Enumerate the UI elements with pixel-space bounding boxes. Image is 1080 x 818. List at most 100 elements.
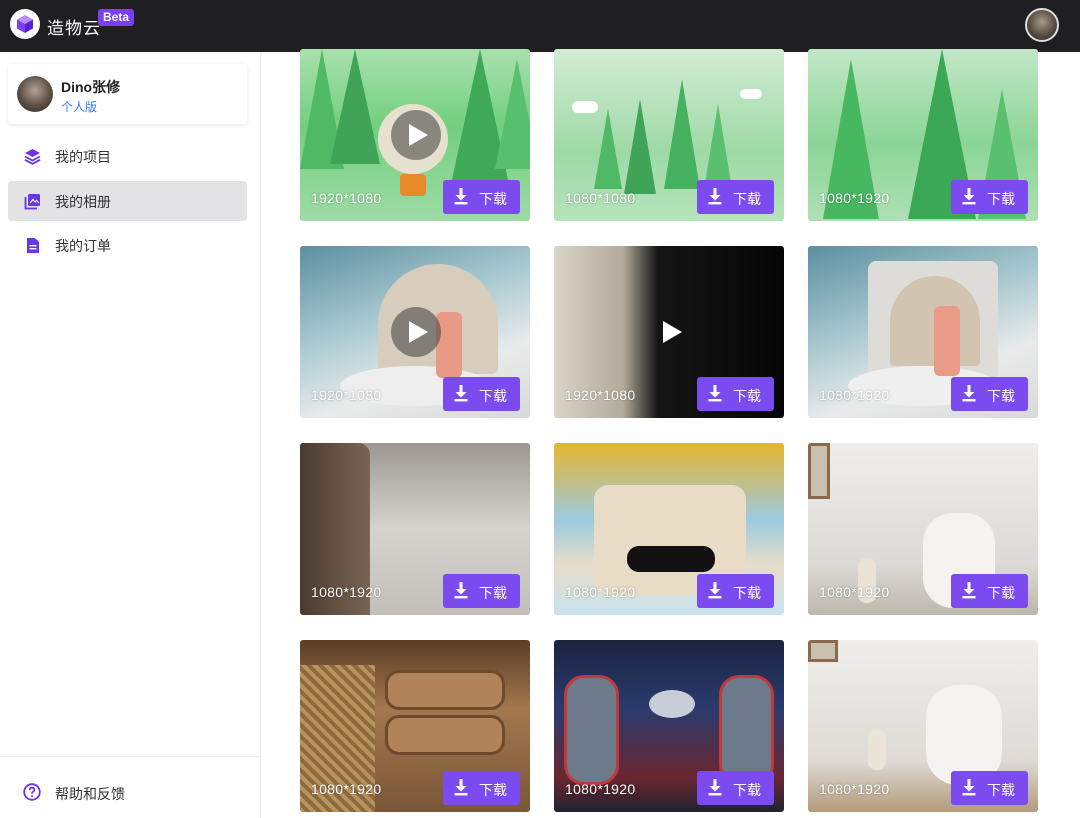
resolution-label: 1080*1920 bbox=[565, 781, 636, 797]
download-icon bbox=[962, 779, 976, 796]
media-card[interactable]: 1080*1920 下载 bbox=[808, 640, 1038, 812]
media-card[interactable]: 1080*1920 下载 bbox=[300, 640, 530, 812]
cabinet-drawer bbox=[385, 715, 505, 755]
sidebar: Dino张修 个人版 我的项目 我的相册 我的订单 帮助和反馈 bbox=[0, 52, 261, 818]
resolution-label: 1080*1920 bbox=[311, 584, 382, 600]
cabinet-drawer bbox=[385, 670, 505, 710]
robot-pod bbox=[564, 675, 619, 785]
sidebar-item-album[interactable]: 我的相册 bbox=[8, 181, 247, 221]
media-card[interactable]: 1920*1080 下载 bbox=[554, 246, 784, 418]
cone-tree-decoration bbox=[624, 99, 656, 194]
download-icon bbox=[454, 582, 468, 599]
download-button[interactable]: 下载 bbox=[697, 180, 774, 214]
download-label: 下载 bbox=[733, 585, 761, 601]
robot-pod bbox=[719, 675, 774, 785]
help-icon[interactable] bbox=[23, 783, 41, 801]
cone-tree-decoration bbox=[495, 59, 530, 169]
download-button[interactable]: 下载 bbox=[697, 771, 774, 805]
play-icon[interactable] bbox=[645, 307, 695, 357]
sidebar-item-projects[interactable]: 我的项目 bbox=[8, 136, 247, 176]
resolution-label: 1080*1920 bbox=[819, 584, 890, 600]
beta-badge: Beta bbox=[98, 9, 135, 26]
vase bbox=[868, 730, 886, 770]
user-name: Dino张修 bbox=[61, 79, 121, 95]
download-icon bbox=[962, 582, 976, 599]
resolution-label: 1080*1920 bbox=[819, 387, 890, 403]
cone-tree-decoration bbox=[704, 104, 732, 189]
avatar[interactable] bbox=[1025, 8, 1059, 42]
photo-album-icon bbox=[24, 194, 40, 210]
help-feedback-link[interactable]: 帮助和反馈 bbox=[55, 784, 125, 804]
media-card[interactable]: 1080*1920 下载 bbox=[808, 443, 1038, 615]
resolution-label: 1080*1920 bbox=[819, 190, 890, 206]
user-card[interactable]: Dino张修 个人版 bbox=[8, 64, 247, 124]
play-icon[interactable] bbox=[391, 110, 441, 160]
cone-tree-decoration bbox=[664, 79, 700, 189]
cube-logo-icon[interactable] bbox=[10, 9, 40, 39]
wall-frame bbox=[808, 443, 830, 499]
download-button[interactable]: 下载 bbox=[951, 574, 1028, 608]
download-button[interactable]: 下载 bbox=[443, 771, 520, 805]
download-button[interactable]: 下载 bbox=[951, 377, 1028, 411]
media-card[interactable]: 1080*1920 下载 bbox=[554, 443, 784, 615]
media-card[interactable]: 1920*1080 下载 bbox=[300, 49, 530, 221]
resolution-label: 1920*1080 bbox=[565, 387, 636, 403]
download-button[interactable]: 下载 bbox=[443, 377, 520, 411]
sidebar-item-orders[interactable]: 我的订单 bbox=[8, 225, 247, 265]
download-label: 下载 bbox=[987, 388, 1015, 404]
download-button[interactable]: 下载 bbox=[697, 377, 774, 411]
download-icon bbox=[708, 779, 722, 796]
sidebar-item-label: 我的相册 bbox=[55, 194, 111, 210]
download-icon bbox=[454, 188, 468, 205]
download-label: 下载 bbox=[987, 191, 1015, 207]
device-display bbox=[627, 546, 715, 572]
white-device bbox=[926, 685, 1002, 785]
resolution-label: 1920*1080 bbox=[311, 190, 382, 206]
top-bar: 造物云 Beta bbox=[0, 0, 1080, 52]
resolution-label: 1080*1920 bbox=[565, 584, 636, 600]
download-icon bbox=[708, 188, 722, 205]
download-button[interactable]: 下载 bbox=[951, 771, 1028, 805]
download-label: 下载 bbox=[479, 191, 507, 207]
download-label: 下载 bbox=[733, 388, 761, 404]
play-icon[interactable] bbox=[391, 307, 441, 357]
user-plan[interactable]: 个人版 bbox=[61, 98, 97, 115]
cloud-decoration bbox=[572, 101, 598, 113]
media-card[interactable]: 1080*1080 下载 bbox=[554, 49, 784, 221]
document-icon bbox=[27, 238, 39, 253]
download-label: 下载 bbox=[733, 191, 761, 207]
layers-icon bbox=[24, 149, 41, 165]
download-button[interactable]: 下载 bbox=[443, 574, 520, 608]
resolution-label: 1080*1920 bbox=[311, 781, 382, 797]
sidebar-item-label: 我的订单 bbox=[55, 238, 111, 254]
download-label: 下载 bbox=[479, 782, 507, 798]
download-label: 下载 bbox=[733, 782, 761, 798]
cone-tree-decoration bbox=[330, 49, 380, 164]
app-name[interactable]: 造物云 bbox=[47, 14, 101, 39]
resolution-label: 1920*1080 bbox=[311, 387, 382, 403]
media-card[interactable]: 1080*1920 下载 bbox=[808, 246, 1038, 418]
media-card[interactable]: 1080*1920 下载 bbox=[554, 640, 784, 812]
download-label: 下载 bbox=[479, 585, 507, 601]
download-button[interactable]: 下载 bbox=[951, 180, 1028, 214]
download-icon bbox=[454, 779, 468, 796]
download-button[interactable]: 下载 bbox=[697, 574, 774, 608]
resolution-label: 1080*1920 bbox=[819, 781, 890, 797]
download-label: 下载 bbox=[479, 388, 507, 404]
download-icon bbox=[454, 385, 468, 402]
cosmetic-bottle bbox=[934, 306, 960, 376]
sidebar-footer: 帮助和反馈 bbox=[0, 756, 261, 818]
download-icon bbox=[708, 582, 722, 599]
cone-tree-decoration bbox=[594, 109, 622, 189]
media-card[interactable]: 1080*1920 下载 bbox=[300, 443, 530, 615]
floating-device bbox=[649, 690, 695, 718]
media-card[interactable]: 1080*1920 下载 bbox=[808, 49, 1038, 221]
media-card[interactable]: 1920*1080 下载 bbox=[300, 246, 530, 418]
download-label: 下载 bbox=[987, 782, 1015, 798]
user-avatar bbox=[17, 76, 53, 112]
download-icon bbox=[962, 385, 976, 402]
download-button[interactable]: 下载 bbox=[443, 180, 520, 214]
resolution-label: 1080*1080 bbox=[565, 190, 636, 206]
download-icon bbox=[962, 188, 976, 205]
sidebar-item-label: 我的项目 bbox=[55, 149, 111, 165]
